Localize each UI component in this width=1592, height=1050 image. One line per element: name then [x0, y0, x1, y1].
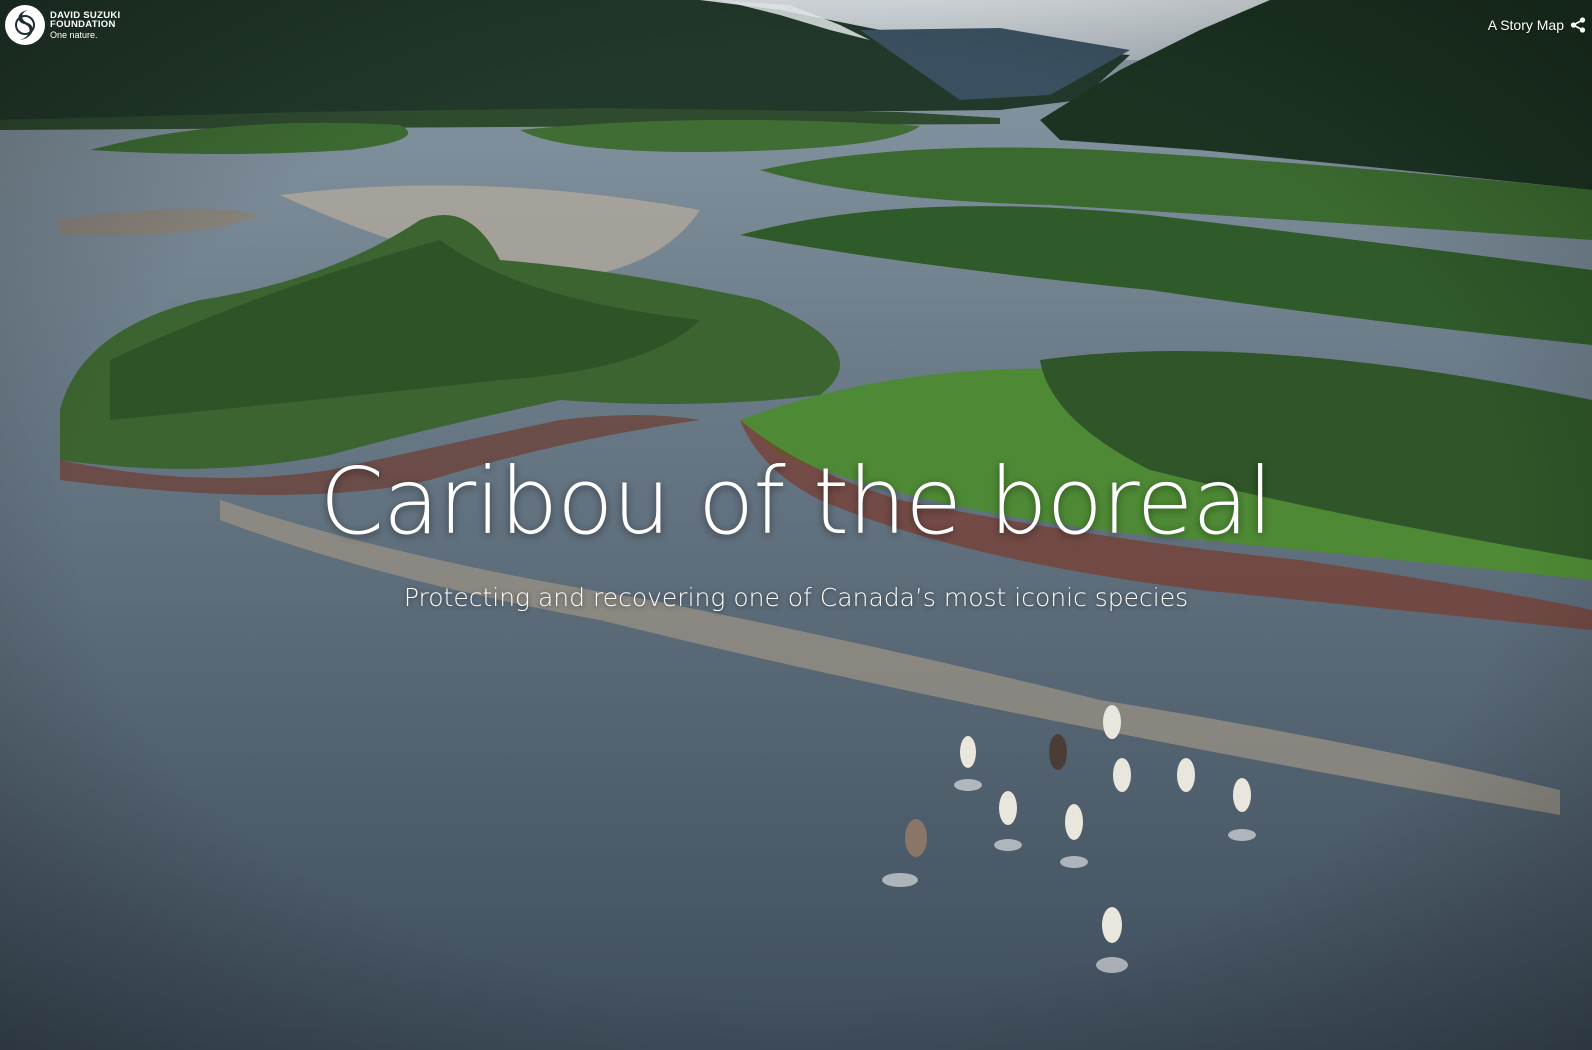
share-icon[interactable]	[1570, 17, 1586, 33]
page-title: Caribou of the boreal	[319, 448, 1273, 555]
story-map-label[interactable]: A Story Map	[1488, 17, 1564, 33]
page-subtitle: Protecting and recovering one of Canada’…	[403, 583, 1189, 612]
story-map-header: A Story Map	[1488, 17, 1586, 33]
brand-logo-block[interactable]: DAVID SUZUKI FOUNDATION One nature.	[4, 4, 120, 46]
brand-tagline: One nature.	[50, 29, 98, 40]
david-suzuki-foundation-logo	[5, 5, 45, 45]
hero-section: DAVID SUZUKI FOUNDATION One nature. A St…	[0, 0, 1592, 1050]
brand-text: DAVID SUZUKI FOUNDATION One nature.	[50, 10, 120, 40]
brand-name-line2: FOUNDATION	[50, 19, 116, 30]
